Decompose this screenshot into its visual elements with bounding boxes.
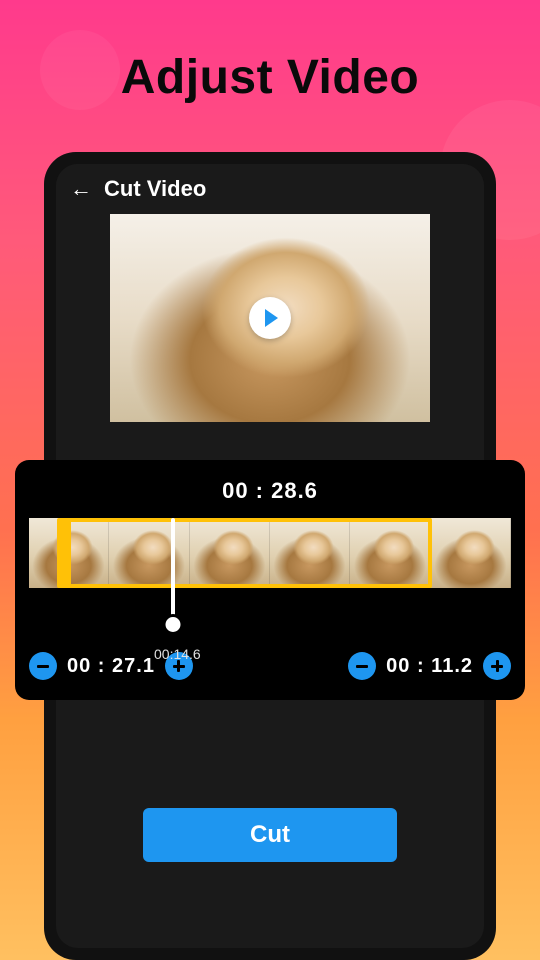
playhead-handle-icon[interactable] bbox=[163, 614, 184, 635]
plus-icon bbox=[173, 660, 185, 672]
bg-decoration bbox=[40, 30, 120, 110]
playhead[interactable] bbox=[171, 518, 175, 628]
timeline-thumb bbox=[190, 518, 270, 588]
timeline-thumb bbox=[270, 518, 350, 588]
end-time-value: 00 : 11.2 bbox=[386, 655, 473, 678]
app-header: ← Cut Video bbox=[56, 164, 484, 214]
play-icon bbox=[265, 309, 278, 327]
start-decrement-button[interactable] bbox=[29, 652, 57, 680]
timeline[interactable] bbox=[29, 518, 511, 588]
timeline-thumb bbox=[109, 518, 189, 588]
minus-icon bbox=[37, 665, 49, 668]
timeline-thumb bbox=[29, 518, 109, 588]
end-increment-button[interactable] bbox=[483, 652, 511, 680]
editor-panel: 00 : 28.6 00:14.6 00 : 27.1 bbox=[15, 460, 525, 700]
timeline-thumb bbox=[350, 518, 430, 588]
video-preview[interactable] bbox=[110, 214, 430, 422]
play-button[interactable] bbox=[249, 297, 291, 339]
timeline-thumb bbox=[431, 518, 511, 588]
end-time-group: 00 : 11.2 bbox=[348, 652, 511, 680]
screen-title: Cut Video bbox=[104, 176, 206, 202]
timeline-wrap: 00:14.6 bbox=[29, 518, 511, 588]
back-arrow-icon[interactable]: ← bbox=[70, 176, 92, 202]
start-time-value: 00 : 27.1 bbox=[67, 655, 155, 678]
end-decrement-button[interactable] bbox=[348, 652, 376, 680]
minus-icon bbox=[356, 665, 368, 668]
total-time-label: 00 : 28.6 bbox=[29, 478, 511, 504]
plus-icon bbox=[491, 660, 503, 672]
time-controls: 00 : 27.1 00 : 11.2 bbox=[29, 652, 511, 680]
cut-button[interactable]: Cut bbox=[143, 808, 397, 862]
